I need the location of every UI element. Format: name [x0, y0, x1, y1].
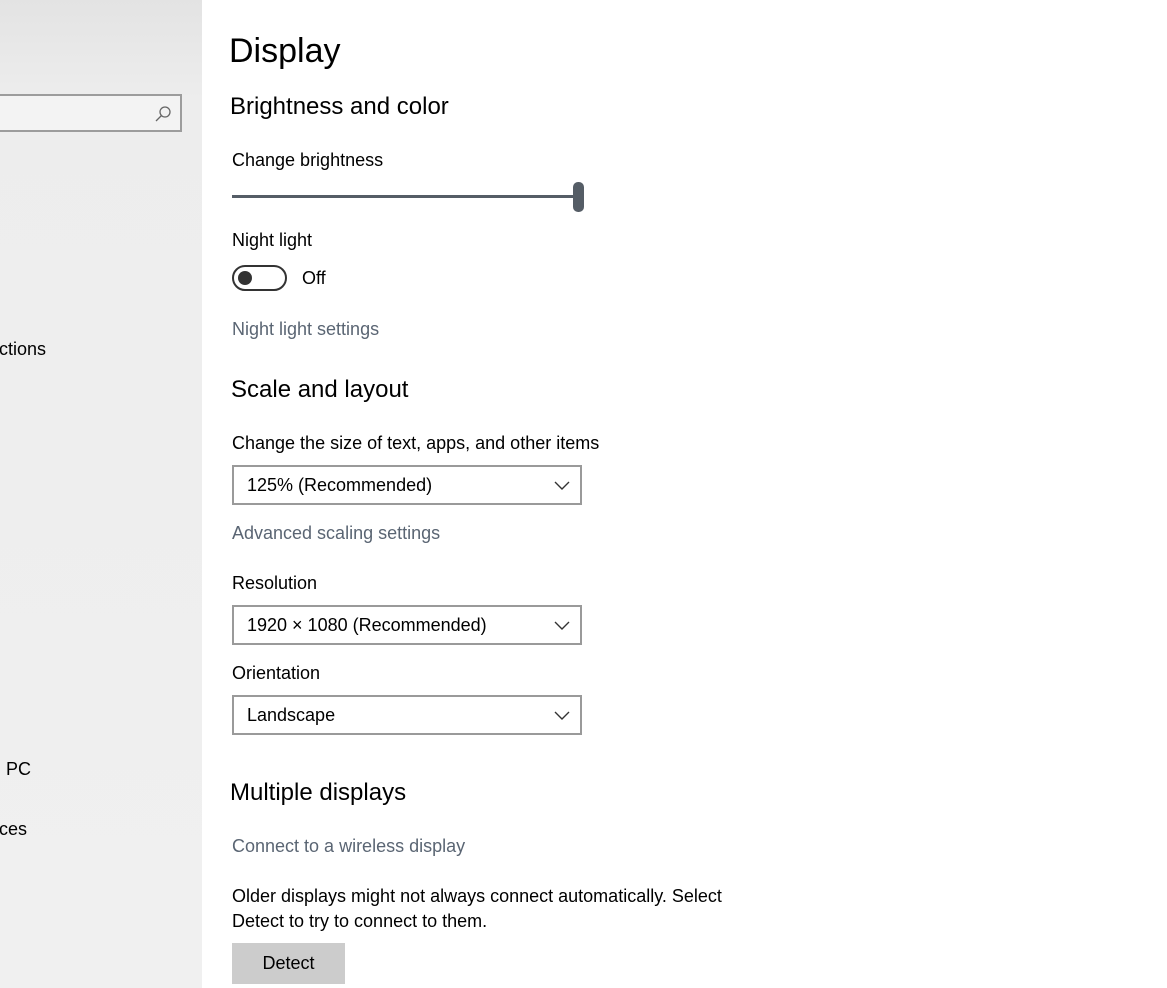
scale-size-label: Change the size of text, apps, and other… — [232, 433, 600, 453]
detect-description: Older displays might not always connect … — [232, 886, 722, 931]
section-title-multiple-displays: Multiple displays — [230, 779, 407, 806]
advanced-scaling-link[interactable]: Advanced scaling settings — [232, 523, 440, 544]
night-light-toggle[interactable] — [232, 265, 287, 291]
chevron-down-icon — [554, 711, 570, 720]
resolution-dropdown[interactable]: 1920 × 1080 (Recommended) — [232, 605, 582, 645]
sidebar-item-services[interactable]: ces — [0, 819, 27, 840]
page-title: Display — [229, 32, 341, 70]
brightness-label: Change brightness — [232, 150, 384, 170]
search-input[interactable] — [0, 94, 182, 132]
scale-dropdown[interactable]: 125% (Recommended) — [232, 465, 582, 505]
night-light-settings-link[interactable]: Night light settings — [232, 319, 379, 340]
sidebar-item-projections[interactable]: ctions — [0, 339, 46, 360]
detect-button[interactable]: Detect — [232, 943, 345, 984]
wireless-display-link[interactable]: Connect to a wireless display — [232, 836, 465, 857]
settings-sidebar: ctions PC ces — [0, 0, 202, 988]
toggle-knob — [238, 271, 252, 285]
search-icon — [155, 106, 171, 122]
orientation-dropdown-value: Landscape — [247, 705, 336, 725]
orientation-label: Orientation — [232, 663, 321, 683]
chevron-down-icon — [554, 621, 570, 630]
section-title-brightness: Brightness and color — [230, 93, 449, 120]
sidebar-item-pc[interactable]: PC — [6, 759, 31, 780]
resolution-label: Resolution — [232, 573, 318, 593]
scale-dropdown-value: 125% (Recommended) — [247, 475, 433, 495]
orientation-dropdown[interactable]: Landscape — [232, 695, 582, 735]
night-light-label: Night light — [232, 230, 313, 250]
slider-thumb[interactable] — [573, 182, 584, 212]
slider-track — [232, 195, 579, 198]
resolution-dropdown-value: 1920 × 1080 (Recommended) — [247, 615, 487, 635]
night-light-state: Off — [302, 268, 326, 288]
chevron-down-icon — [554, 481, 570, 490]
brightness-slider[interactable] — [232, 180, 584, 214]
main-content: Display Brightness and color Change brig… — [202, 0, 1167, 988]
section-title-scale: Scale and layout — [231, 376, 409, 403]
